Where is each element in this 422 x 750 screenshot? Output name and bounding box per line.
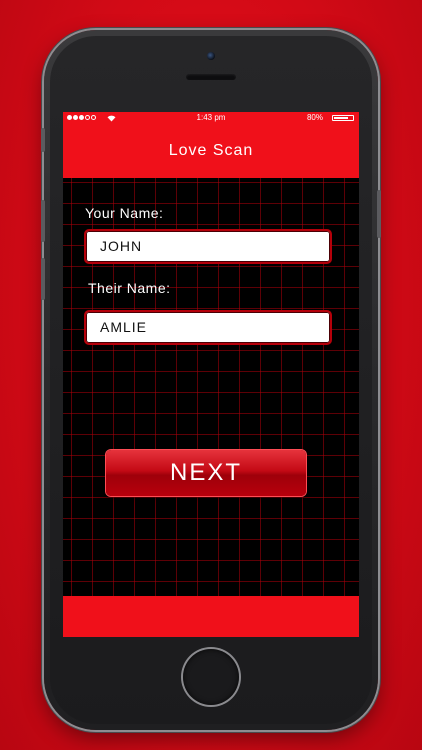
battery-percent: 80% [306, 113, 323, 122]
mute-switch [41, 128, 45, 152]
app-header: Love Scan [63, 124, 359, 178]
your-name-input[interactable]: JOHN [84, 229, 332, 264]
their-name-input[interactable]: AMLIE [84, 310, 332, 345]
their-name-label: Their Name: [88, 280, 171, 296]
front-camera [207, 52, 215, 60]
app-screen: 1:43 pm 80% Love Scan Your Name: JOHN Th… [63, 112, 359, 637]
next-button-label: NEXT [169, 459, 242, 486]
next-button[interactable]: NEXT [106, 450, 306, 496]
your-name-value: JOHN [100, 238, 143, 254]
volume-up-button [41, 200, 45, 242]
status-bar: 1:43 pm 80% [63, 112, 359, 124]
their-name-value: AMLIE [100, 319, 148, 335]
volume-down-button [41, 258, 45, 300]
earpiece-speaker [186, 74, 236, 80]
your-name-label: Your Name: [85, 205, 164, 221]
battery-icon [332, 115, 354, 121]
battery-fill [334, 117, 348, 119]
home-button[interactable] [183, 649, 239, 705]
page-title: Love Scan [168, 142, 254, 159]
grid-background: Your Name: JOHN Their Name: AMLIE NEXT [63, 178, 359, 596]
footer-bar [63, 596, 359, 637]
power-button [377, 190, 381, 238]
